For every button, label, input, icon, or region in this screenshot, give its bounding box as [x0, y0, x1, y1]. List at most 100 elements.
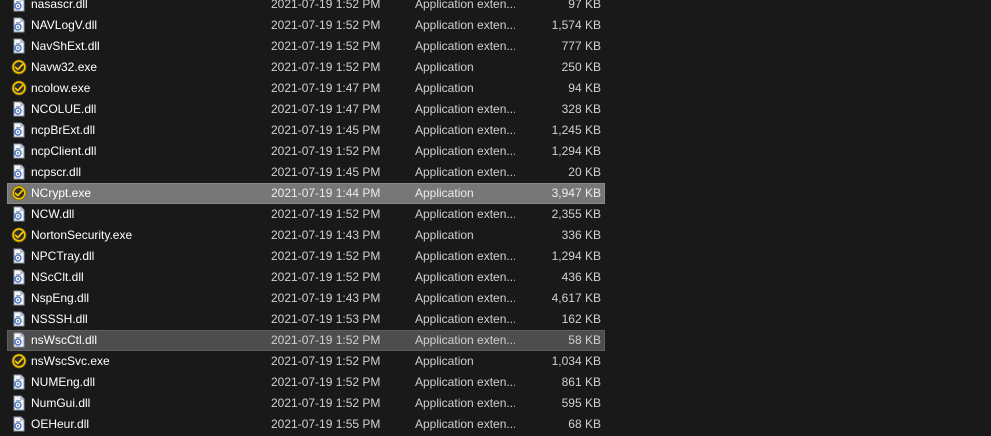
dll-file-icon	[11, 290, 27, 306]
norton-exe-icon	[11, 80, 27, 96]
file-row-nsssh-dll[interactable]: NSSSH.dll 2021-07-19 1:53 PM Application…	[0, 309, 991, 330]
file-type: Application exten...	[415, 396, 515, 410]
dll-file-icon	[11, 122, 27, 138]
dll-file-icon	[11, 0, 27, 12]
file-type: Application exten...	[415, 333, 515, 347]
file-type: Application exten...	[415, 417, 515, 431]
file-name: NortonSecurity.exe	[31, 228, 133, 242]
file-name: NPCTray.dll	[31, 249, 95, 263]
file-date-modified: 2021-07-19 1:53 PM	[271, 312, 381, 326]
file-type: Application	[415, 60, 474, 74]
dll-file-icon	[11, 374, 27, 390]
file-date-modified: 2021-07-19 1:47 PM	[271, 102, 381, 116]
file-list: nasascr.dll 2021-07-19 1:52 PM Applicati…	[0, 0, 991, 435]
file-name: OEHeur.dll	[31, 417, 90, 431]
file-date-modified: 2021-07-19 1:52 PM	[271, 249, 381, 263]
file-name: NScClt.dll	[31, 270, 84, 284]
file-name: NUMEng.dll	[31, 375, 96, 389]
file-size: 3,947 KB	[551, 186, 601, 200]
file-row-numgui-dll[interactable]: NumGui.dll 2021-07-19 1:52 PM Applicatio…	[0, 393, 991, 414]
file-size: 58 KB	[568, 333, 601, 347]
file-size: 336 KB	[561, 228, 601, 242]
file-date-modified: 2021-07-19 1:52 PM	[271, 18, 381, 32]
file-size: 1,034 KB	[551, 354, 601, 368]
file-row-nspeng-dll[interactable]: NspEng.dll 2021-07-19 1:43 PM Applicatio…	[0, 288, 991, 309]
file-type: Application exten...	[415, 102, 515, 116]
file-row-oeheur-dll[interactable]: OEHeur.dll 2021-07-19 1:55 PM Applicatio…	[0, 414, 991, 435]
file-row-nortonsecurity-exe[interactable]: NortonSecurity.exe 2021-07-19 1:43 PM Ap…	[0, 225, 991, 246]
dll-file-icon	[11, 17, 27, 33]
dll-file-icon	[11, 248, 27, 264]
file-name: NCW.dll	[31, 207, 75, 221]
file-row-navw32-exe[interactable]: Navw32.exe 2021-07-19 1:52 PM Applicatio…	[0, 57, 991, 78]
file-size: 328 KB	[561, 102, 601, 116]
dll-file-icon	[11, 164, 27, 180]
file-date-modified: 2021-07-19 1:52 PM	[271, 39, 381, 53]
file-size: 20 KB	[568, 165, 601, 179]
file-size: 250 KB	[561, 60, 601, 74]
file-date-modified: 2021-07-19 1:52 PM	[271, 60, 381, 74]
file-type: Application	[415, 228, 474, 242]
file-type: Application exten...	[415, 312, 515, 326]
file-name: NSSSH.dll	[31, 312, 88, 326]
file-row-ncolow-exe[interactable]: ncolow.exe 2021-07-19 1:47 PM Applicatio…	[0, 78, 991, 99]
file-row-nscclt-dll[interactable]: NScClt.dll 2021-07-19 1:52 PM Applicatio…	[0, 267, 991, 288]
file-size: 777 KB	[561, 39, 601, 53]
file-date-modified: 2021-07-19 1:47 PM	[271, 81, 381, 95]
file-name: Navw32.exe	[31, 60, 98, 74]
file-date-modified: 2021-07-19 1:45 PM	[271, 123, 381, 137]
file-size: 97 KB	[568, 0, 601, 11]
file-size: 1,245 KB	[551, 123, 601, 137]
file-date-modified: 2021-07-19 1:43 PM	[271, 291, 381, 305]
file-name: nsWscSvc.exe	[31, 354, 110, 368]
file-type: Application exten...	[415, 123, 515, 137]
file-type: Application exten...	[415, 165, 515, 179]
norton-exe-icon	[11, 353, 27, 369]
file-row-navlogv-dll[interactable]: NAVLogV.dll 2021-07-19 1:52 PM Applicati…	[0, 15, 991, 36]
file-type: Application exten...	[415, 270, 515, 284]
file-row-ncpbrext-dll[interactable]: ncpBrExt.dll 2021-07-19 1:45 PM Applicat…	[0, 120, 991, 141]
file-row-ncpclient-dll[interactable]: ncpClient.dll 2021-07-19 1:52 PM Applica…	[0, 141, 991, 162]
dll-file-icon	[11, 311, 27, 327]
file-size: 94 KB	[568, 81, 601, 95]
file-size: 2,355 KB	[551, 207, 601, 221]
file-row-nswscsvc-exe[interactable]: nsWscSvc.exe 2021-07-19 1:52 PM Applicat…	[0, 351, 991, 372]
file-date-modified: 2021-07-19 1:52 PM	[271, 144, 381, 158]
file-row-nswscctl-dll[interactable]: nsWscCtl.dll 2021-07-19 1:52 PM Applicat…	[0, 330, 991, 351]
dll-file-icon	[11, 38, 27, 54]
file-date-modified: 2021-07-19 1:55 PM	[271, 417, 381, 431]
file-name: ncpscr.dll	[31, 165, 82, 179]
file-row-navshext-dll[interactable]: NavShExt.dll 2021-07-19 1:52 PM Applicat…	[0, 36, 991, 57]
file-type: Application	[415, 354, 474, 368]
file-row-npctray-dll[interactable]: NPCTray.dll 2021-07-19 1:52 PM Applicati…	[0, 246, 991, 267]
file-name: NAVLogV.dll	[31, 18, 98, 32]
file-size: 1,294 KB	[551, 249, 601, 263]
file-date-modified: 2021-07-19 1:52 PM	[271, 354, 381, 368]
file-size: 861 KB	[561, 375, 601, 389]
file-date-modified: 2021-07-19 1:44 PM	[271, 186, 381, 200]
file-type: Application exten...	[415, 0, 515, 11]
file-date-modified: 2021-07-19 1:52 PM	[271, 207, 381, 221]
file-date-modified: 2021-07-19 1:52 PM	[271, 333, 381, 347]
file-row-ncolue-dll[interactable]: NCOLUE.dll 2021-07-19 1:47 PM Applicatio…	[0, 99, 991, 120]
file-row-numeng-dll[interactable]: NUMEng.dll 2021-07-19 1:52 PM Applicatio…	[0, 372, 991, 393]
file-date-modified: 2021-07-19 1:43 PM	[271, 228, 381, 242]
file-name: NCrypt.exe	[31, 186, 92, 200]
file-row-ncpscr-dll[interactable]: ncpscr.dll 2021-07-19 1:45 PM Applicatio…	[0, 162, 991, 183]
file-size: 1,574 KB	[551, 18, 601, 32]
file-date-modified: 2021-07-19 1:52 PM	[271, 0, 381, 11]
file-row-ncw-dll[interactable]: NCW.dll 2021-07-19 1:52 PM Application e…	[0, 204, 991, 225]
file-row-nasascr-dll[interactable]: nasascr.dll 2021-07-19 1:52 PM Applicati…	[0, 0, 991, 15]
file-size: 595 KB	[561, 396, 601, 410]
norton-exe-icon	[11, 227, 27, 243]
file-type: Application exten...	[415, 207, 515, 221]
file-date-modified: 2021-07-19 1:45 PM	[271, 165, 381, 179]
file-type: Application exten...	[415, 144, 515, 158]
file-date-modified: 2021-07-19 1:52 PM	[271, 375, 381, 389]
file-type: Application exten...	[415, 249, 515, 263]
file-name: nasascr.dll	[31, 0, 88, 11]
file-name: NumGui.dll	[31, 396, 91, 410]
file-type: Application	[415, 81, 474, 95]
file-row-ncrypt-exe[interactable]: NCrypt.exe 2021-07-19 1:44 PM Applicatio…	[0, 183, 991, 204]
file-size: 68 KB	[568, 417, 601, 431]
